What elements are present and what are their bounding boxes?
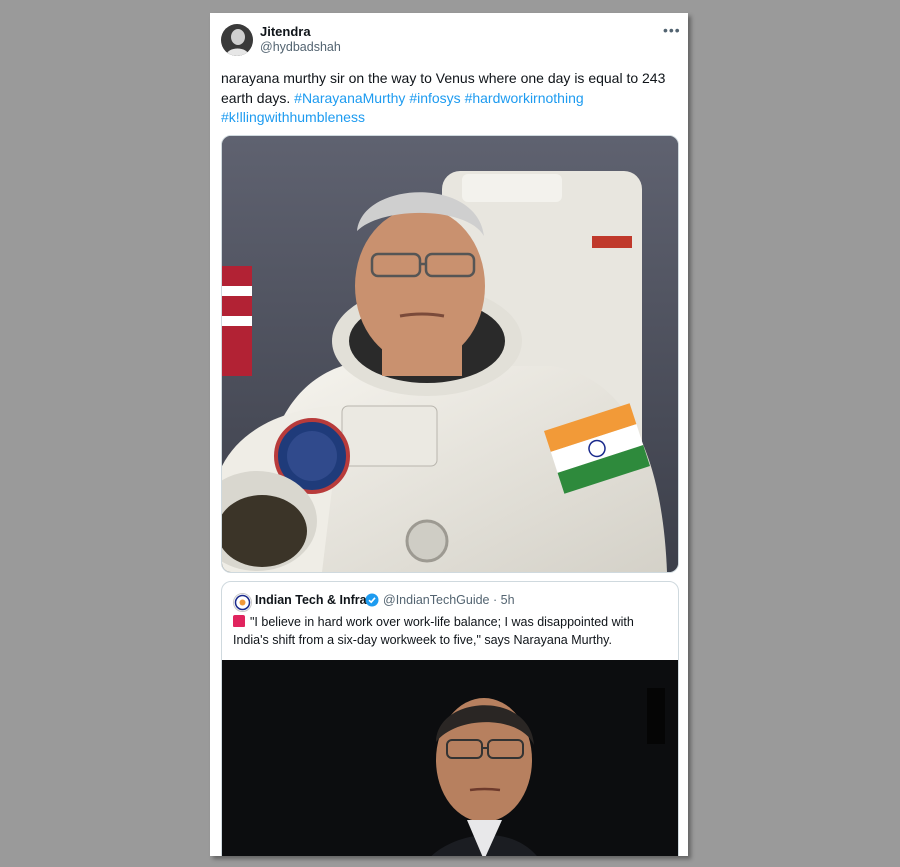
quoted-author-handle[interactable]: @IndianTechGuide — [383, 593, 490, 607]
more-options-icon[interactable]: ••• — [663, 22, 681, 38]
quoted-tweet[interactable]: Indian Tech & Infra @IndianTechGuide · 5… — [221, 581, 679, 856]
hashtag-link[interactable]: #NarayanaMurthy — [294, 90, 405, 106]
tweet-card[interactable]: Jitendra @hydbadshah ••• narayana murthy… — [210, 13, 688, 856]
hashtag-link[interactable]: #hardworkirnothing — [465, 90, 584, 106]
astronaut-illustration — [222, 136, 678, 572]
author-handle[interactable]: @hydbadshah — [260, 40, 341, 54]
quoted-meta: @IndianTechGuide · 5h — [383, 593, 515, 607]
siren-emoji-icon — [233, 615, 245, 627]
hashtag-link[interactable]: #infosys — [409, 90, 460, 106]
quoted-timestamp[interactable]: 5h — [501, 593, 515, 607]
hashtag-link[interactable]: #k!llingwithhumbleness — [221, 109, 365, 125]
quoted-author-avatar[interactable] — [233, 593, 252, 612]
quoted-text: "I believe in hard work over work-life b… — [233, 613, 663, 649]
verified-badge-icon — [365, 593, 379, 607]
quoted-body: "I believe in hard work over work-life b… — [233, 615, 634, 647]
tweet-image-astronaut[interactable] — [221, 135, 679, 573]
quoted-author-name[interactable]: Indian Tech & Infra — [255, 593, 367, 607]
author-name[interactable]: Jitendra — [260, 24, 311, 39]
quoted-image-portrait[interactable] — [222, 660, 678, 856]
author-avatar[interactable] — [221, 24, 253, 56]
meta-separator: · — [493, 593, 498, 607]
portrait-photo — [222, 660, 678, 856]
tweet-text: narayana murthy sir on the way to Venus … — [221, 69, 681, 128]
